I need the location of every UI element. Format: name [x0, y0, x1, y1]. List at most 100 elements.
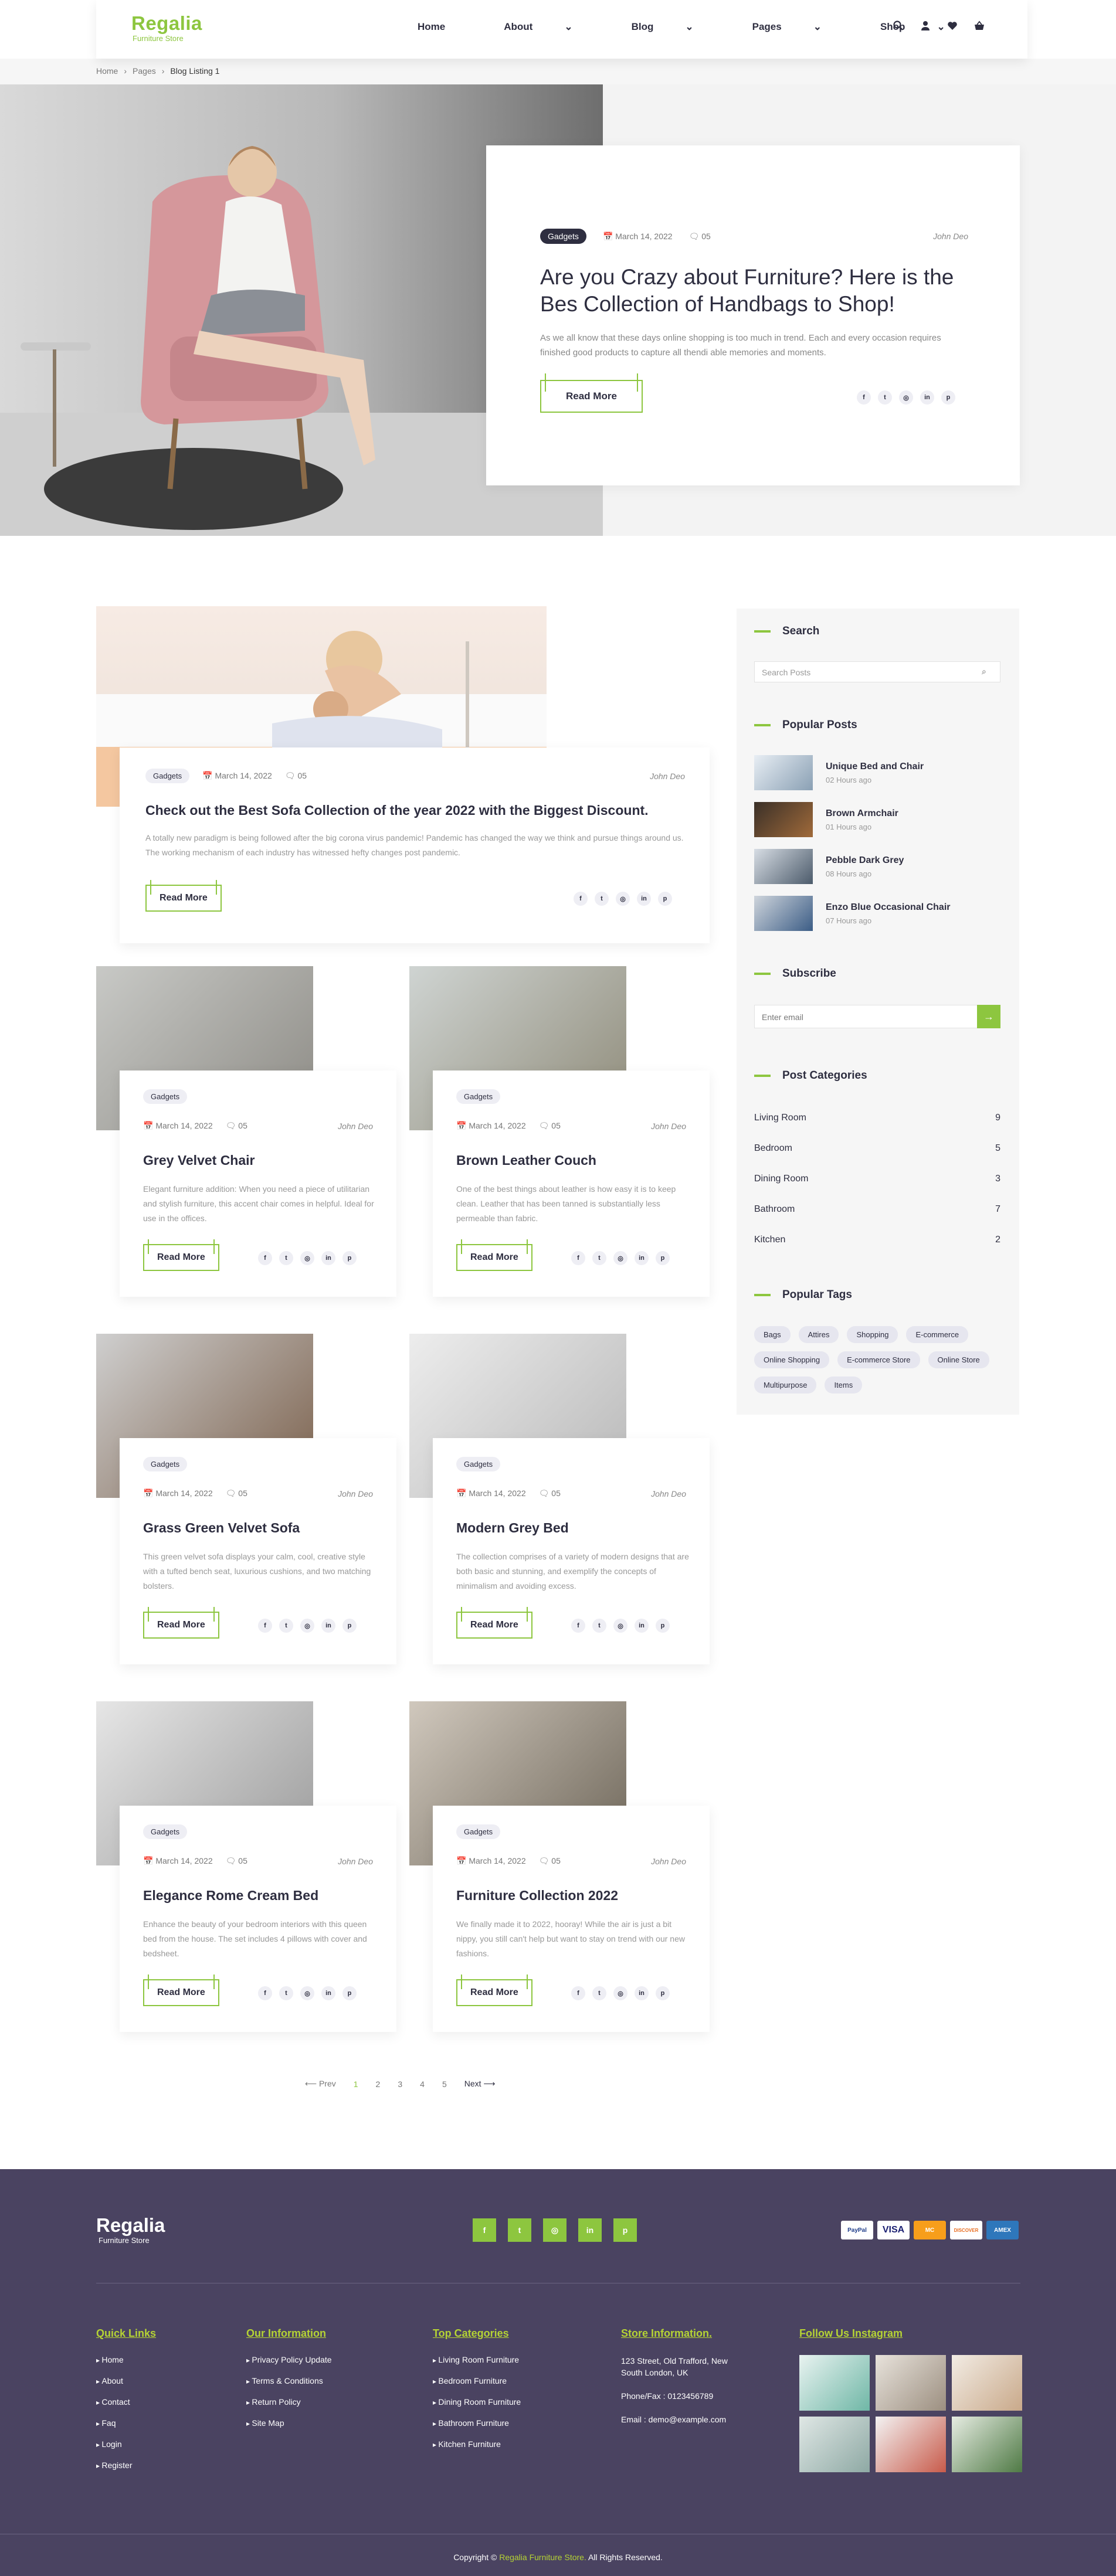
- pagination-page[interactable]: 3: [398, 2079, 402, 2089]
- linkedin-icon[interactable]: in: [578, 2218, 602, 2242]
- tag[interactable]: E-commerce Store: [837, 1351, 920, 1368]
- pinterest-icon[interactable]: p: [656, 1251, 670, 1265]
- facebook-icon[interactable]: f: [571, 1986, 585, 2000]
- facebook-icon[interactable]: f: [574, 892, 588, 906]
- pinterest-icon[interactable]: p: [941, 390, 955, 405]
- nav-blog[interactable]: Blog ⌄: [632, 21, 723, 33]
- nav-pages[interactable]: Pages ⌄: [752, 21, 851, 33]
- category-badge[interactable]: Gadgets: [143, 1824, 188, 1839]
- basket-icon[interactable]: [973, 20, 985, 32]
- instagram-photo[interactable]: [952, 2417, 1022, 2472]
- category-item[interactable]: Dining Room 3: [754, 1174, 1000, 1184]
- tag[interactable]: Bags: [754, 1326, 791, 1343]
- post-title[interactable]: Furniture Collection 2022: [456, 1888, 691, 1904]
- pinterest-icon[interactable]: p: [656, 1986, 670, 2000]
- linkedin-icon[interactable]: in: [635, 1251, 649, 1265]
- pagination-page[interactable]: 4: [420, 2079, 425, 2089]
- instagram-photo[interactable]: [952, 2355, 1022, 2411]
- tag[interactable]: Online Shopping: [754, 1351, 830, 1368]
- store-email[interactable]: Email : demo@example.com: [621, 2414, 738, 2425]
- instagram-icon[interactable]: ◎: [613, 1251, 627, 1265]
- footer-link[interactable]: Faq: [96, 2418, 156, 2428]
- facebook-icon[interactable]: f: [571, 1251, 585, 1265]
- read-more-button[interactable]: Read More: [540, 373, 643, 413]
- category-badge[interactable]: Gadgets: [456, 1457, 501, 1471]
- category-item[interactable]: Kitchen 2: [754, 1235, 1000, 1245]
- footer-link[interactable]: Dining Room Furniture: [433, 2397, 521, 2407]
- hero-title[interactable]: Are you Crazy about Furniture? Here is t…: [540, 264, 974, 318]
- user-icon[interactable]: [920, 20, 931, 32]
- nav-about[interactable]: About ⌄: [504, 21, 602, 33]
- footer-link[interactable]: Terms & Conditions: [246, 2376, 332, 2385]
- nav-home[interactable]: Home: [418, 21, 474, 33]
- pinterest-icon[interactable]: p: [656, 1619, 670, 1633]
- pagination-page[interactable]: 1: [354, 2079, 358, 2089]
- instagram-photo[interactable]: [876, 2417, 946, 2472]
- read-more-button[interactable]: Read More: [143, 1239, 219, 1271]
- tag[interactable]: Shopping: [847, 1326, 898, 1343]
- pagination-prev[interactable]: ⟵ Prev: [305, 2079, 336, 2089]
- pinterest-icon[interactable]: p: [342, 1619, 357, 1633]
- footer-link[interactable]: Register: [96, 2461, 156, 2470]
- read-more-button[interactable]: Read More: [143, 1606, 219, 1639]
- pagination-page[interactable]: 2: [376, 2079, 381, 2089]
- pinterest-icon[interactable]: p: [613, 2218, 637, 2242]
- footer-link[interactable]: Living Room Furniture: [433, 2355, 521, 2364]
- category-badge[interactable]: Gadgets: [456, 1089, 501, 1104]
- breadcrumb-pages[interactable]: Pages: [133, 66, 156, 76]
- pinterest-icon[interactable]: p: [342, 1986, 357, 2000]
- pagination-page[interactable]: 5: [442, 2079, 447, 2089]
- post-title[interactable]: Modern Grey Bed: [456, 1520, 691, 1536]
- popular-post[interactable]: Pebble Dark Grey 08 Hours ago: [754, 849, 904, 884]
- post-title[interactable]: Elegance Rome Cream Bed: [143, 1888, 378, 1904]
- facebook-icon[interactable]: f: [258, 1986, 272, 2000]
- facebook-icon[interactable]: f: [258, 1619, 272, 1633]
- twitter-icon[interactable]: t: [592, 1986, 606, 2000]
- tag[interactable]: Attires: [798, 1326, 839, 1343]
- footer-link[interactable]: Login: [96, 2439, 156, 2449]
- pagination-next[interactable]: Next ⟶: [464, 2079, 496, 2089]
- instagram-icon[interactable]: ◎: [300, 1251, 314, 1265]
- category-badge[interactable]: Gadgets: [145, 769, 190, 783]
- instagram-icon[interactable]: ◎: [543, 2218, 567, 2242]
- read-more-button[interactable]: Read More: [145, 879, 222, 912]
- instagram-photo[interactable]: [799, 2417, 870, 2472]
- search-icon[interactable]: [893, 20, 904, 32]
- search-input[interactable]: Search Posts: [754, 661, 1000, 682]
- twitter-icon[interactable]: t: [279, 1986, 293, 2000]
- footer-link[interactable]: About: [96, 2376, 156, 2385]
- read-more-button[interactable]: Read More: [456, 1606, 532, 1639]
- instagram-icon[interactable]: ◎: [300, 1986, 314, 2000]
- linkedin-icon[interactable]: in: [635, 1986, 649, 2000]
- popular-post[interactable]: Unique Bed and Chair 02 Hours ago: [754, 755, 924, 790]
- footer-logo[interactable]: Regalia Furniture Store: [96, 2215, 165, 2245]
- linkedin-icon[interactable]: in: [635, 1619, 649, 1633]
- popular-post[interactable]: Enzo Blue Occasional Chair 07 Hours ago: [754, 896, 951, 931]
- twitter-icon[interactable]: t: [878, 390, 892, 405]
- footer-link[interactable]: Site Map: [246, 2418, 332, 2428]
- instagram-icon[interactable]: ◎: [613, 1986, 627, 2000]
- instagram-icon[interactable]: ◎: [616, 892, 630, 906]
- facebook-icon[interactable]: f: [571, 1619, 585, 1633]
- category-item[interactable]: Bathroom 7: [754, 1204, 1000, 1215]
- twitter-icon[interactable]: t: [595, 892, 609, 906]
- facebook-icon[interactable]: f: [857, 390, 871, 405]
- footer-link[interactable]: Kitchen Furniture: [433, 2439, 521, 2449]
- logo[interactable]: Regalia Furniture Store: [131, 13, 202, 43]
- twitter-icon[interactable]: t: [592, 1619, 606, 1633]
- category-badge[interactable]: Gadgets: [456, 1824, 501, 1839]
- email-field[interactable]: Enter email: [754, 1005, 1000, 1028]
- pinterest-icon[interactable]: p: [658, 892, 672, 906]
- category-item[interactable]: Bedroom 5: [754, 1143, 1000, 1154]
- heart-icon[interactable]: [947, 20, 958, 32]
- tag[interactable]: Online Store: [928, 1351, 989, 1368]
- instagram-icon[interactable]: ◎: [899, 390, 913, 405]
- twitter-icon[interactable]: t: [508, 2218, 531, 2242]
- instagram-photo[interactable]: [799, 2355, 870, 2411]
- copyright-brand[interactable]: Regalia Furniture Store.: [499, 2553, 586, 2562]
- read-more-button[interactable]: Read More: [456, 1239, 532, 1271]
- instagram-icon[interactable]: ◎: [613, 1619, 627, 1633]
- post-title[interactable]: Brown Leather Couch: [456, 1153, 691, 1168]
- linkedin-icon[interactable]: in: [321, 1619, 335, 1633]
- twitter-icon[interactable]: t: [279, 1251, 293, 1265]
